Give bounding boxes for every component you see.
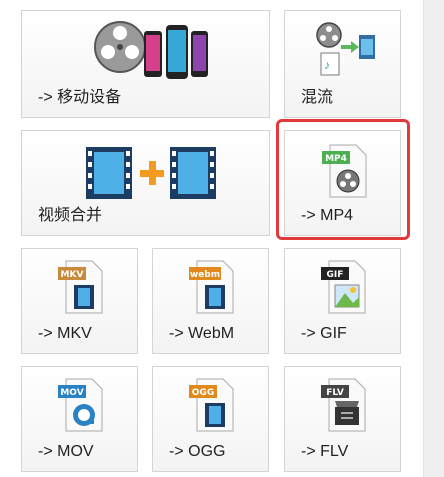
svg-text:♪: ♪: [324, 58, 330, 72]
tile-label: -> MKV: [38, 325, 92, 342]
tile-merge[interactable]: 视频合并: [21, 130, 270, 236]
tile-to-ogg[interactable]: OGG -> OGG: [152, 366, 269, 472]
vertical-scrollbar[interactable]: [423, 0, 444, 477]
document-icon: MKV: [58, 260, 103, 314]
tile-to-mov[interactable]: MOV -> MOV: [21, 366, 138, 472]
tile-remux[interactable]: ♪ 混流: [284, 10, 401, 118]
document-icon: FLV: [321, 378, 366, 432]
document-icon: GIF: [321, 260, 366, 314]
file-badge: MOV: [60, 388, 83, 398]
tile-to-mkv[interactable]: MKV -> MKV: [21, 248, 138, 354]
document-icon: MOV: [58, 378, 103, 432]
remux-icon: ♪: [316, 22, 375, 76]
tile-label: -> MOV: [38, 443, 94, 460]
file-badge: webm: [190, 270, 220, 280]
tile-label: -> 移动设备: [38, 89, 122, 106]
tile-label: -> GIF: [301, 325, 347, 342]
tile-to-webm[interactable]: webm -> WebM: [152, 248, 269, 354]
tile-label: -> FLV: [301, 443, 349, 460]
tile-to-mobile[interactable]: -> 移动设备: [21, 10, 270, 118]
film-reel-icon: [94, 21, 146, 73]
file-badge: MKV: [61, 270, 84, 280]
file-badge: GIF: [327, 270, 344, 280]
file-badge: MP4: [325, 154, 347, 164]
document-icon: webm: [189, 260, 234, 314]
phone-icon: [144, 25, 208, 79]
document-icon: OGG: [189, 378, 234, 432]
plus-icon: [140, 161, 164, 185]
tile-label: -> WebM: [169, 325, 235, 342]
tile-label: -> OGG: [169, 443, 226, 460]
file-badge: FLV: [326, 388, 344, 398]
document-icon: MP4: [322, 144, 367, 198]
tile-to-mp4[interactable]: MP4 -> MP4: [284, 130, 401, 236]
tile-to-flv[interactable]: FLV -> FLV: [284, 366, 401, 472]
tile-label: 混流: [301, 89, 334, 106]
tile-label: 视频合并: [38, 207, 103, 224]
file-badge: OGG: [192, 388, 214, 398]
tile-label: -> MP4: [301, 207, 354, 224]
tile-to-gif[interactable]: GIF -> GIF: [284, 248, 401, 354]
